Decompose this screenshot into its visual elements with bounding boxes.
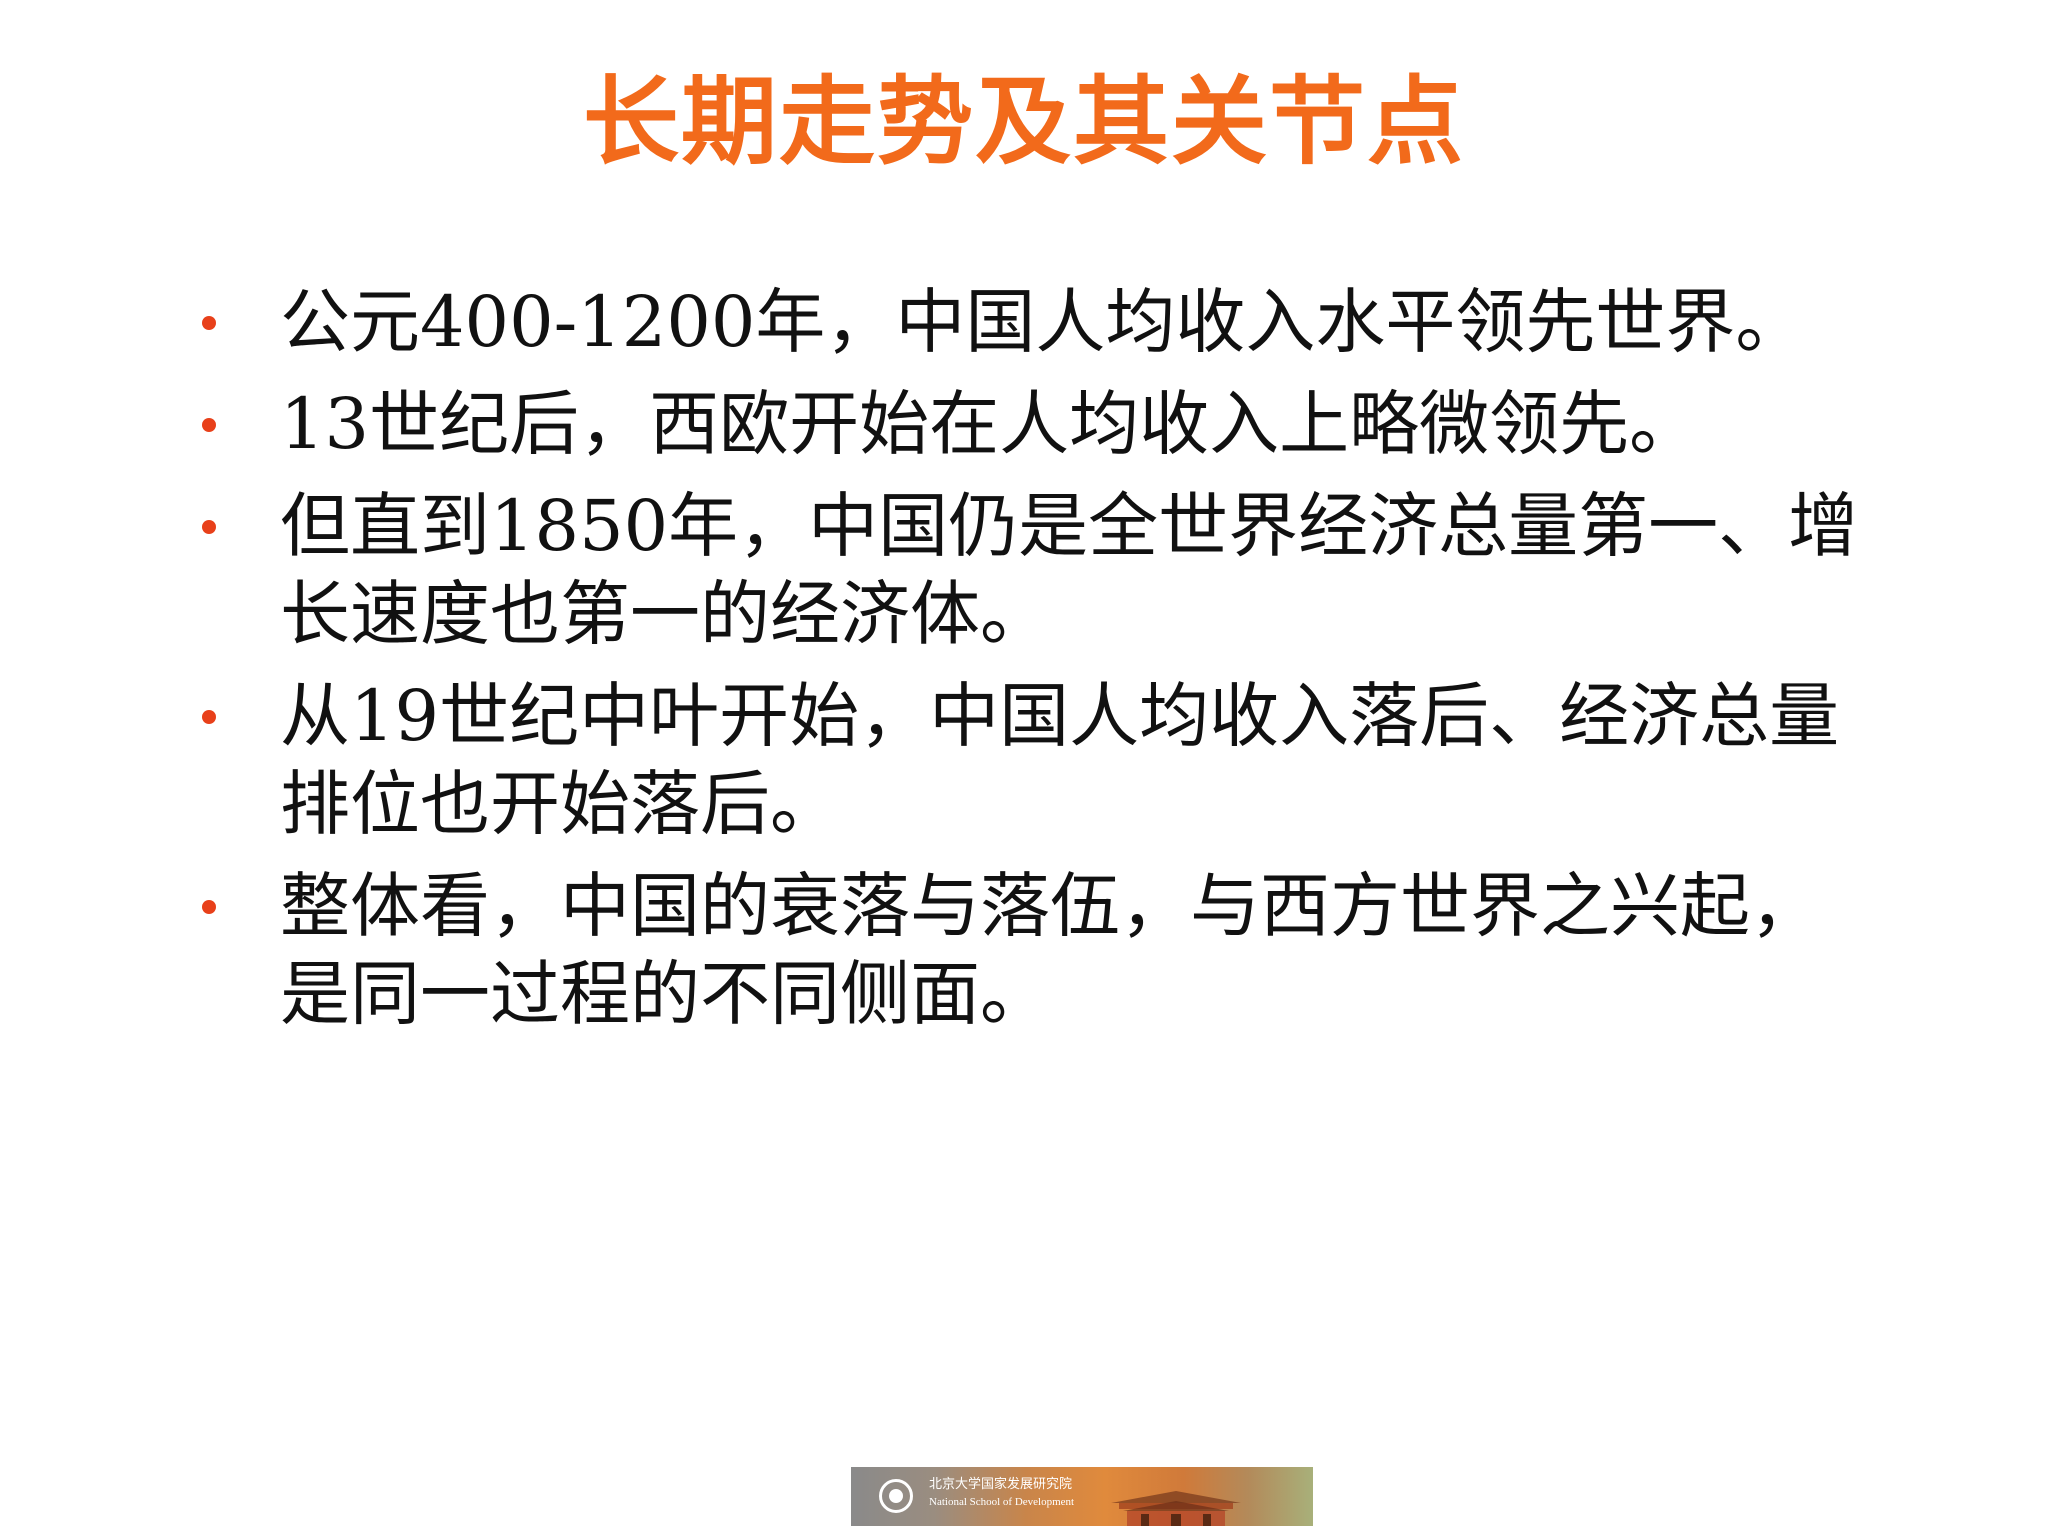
bullet-dot-icon xyxy=(202,316,216,330)
bullet-item: 公元400-1200年，中国人均收入水平领先世界。 xyxy=(196,278,1876,366)
bullet-text: 13世纪后，西欧开始在人均收入上略微领先。 xyxy=(280,383,1700,465)
seal-center xyxy=(889,1489,903,1503)
slide-title: 长期走势及其关节点 xyxy=(583,66,1465,178)
bullet-list: 公元400-1200年，中国人均收入水平领先世界。 13世纪后，西欧开始在人均收… xyxy=(196,278,1876,1052)
bullet-text: 公元400-1200年，中国人均收入水平领先世界。 xyxy=(280,281,1806,363)
bullet-item: 13世纪后，西欧开始在人均收入上略微领先。 xyxy=(196,380,1876,468)
bullet-dot-icon xyxy=(202,710,216,724)
bullet-dot-icon xyxy=(202,520,216,534)
bullet-dot-icon xyxy=(202,900,216,914)
bullet-text: 但直到1850年，中国仍是全世界经济总量第一、增长速度也第一的经济体。 xyxy=(280,485,1859,655)
bullet-item: 从19世纪中叶开始，中国人均收入落后、经济总量排位也开始落后。 xyxy=(196,672,1876,848)
bullet-dot-icon xyxy=(202,418,216,432)
university-seal-icon xyxy=(879,1479,913,1513)
slide: 长期走势及其关节点 公元400-1200年，中国人均收入水平领先世界。 13世纪… xyxy=(0,0,2048,1536)
logo-chinese-name: 北京大学国家发展研究院 xyxy=(929,1477,1073,1492)
gate-building-icon xyxy=(1111,1491,1241,1526)
footer-logo-banner: 北京大学国家发展研究院 National School of Developme… xyxy=(851,1467,1313,1526)
bullet-item: 但直到1850年，中国仍是全世界经济总量第一、增长速度也第一的经济体。 xyxy=(196,482,1876,658)
bullet-item: 整体看，中国的衰落与落伍，与西方世界之兴起，是同一过程的不同侧面。 xyxy=(196,862,1876,1038)
bullet-text: 整体看，中国的衰落与落伍，与西方世界之兴起，是同一过程的不同侧面。 xyxy=(280,865,1820,1035)
logo-english-name: National School of Development xyxy=(929,1496,1075,1508)
bullet-text: 从19世纪中叶开始，中国人均收入落后、经济总量排位也开始落后。 xyxy=(280,675,1840,845)
